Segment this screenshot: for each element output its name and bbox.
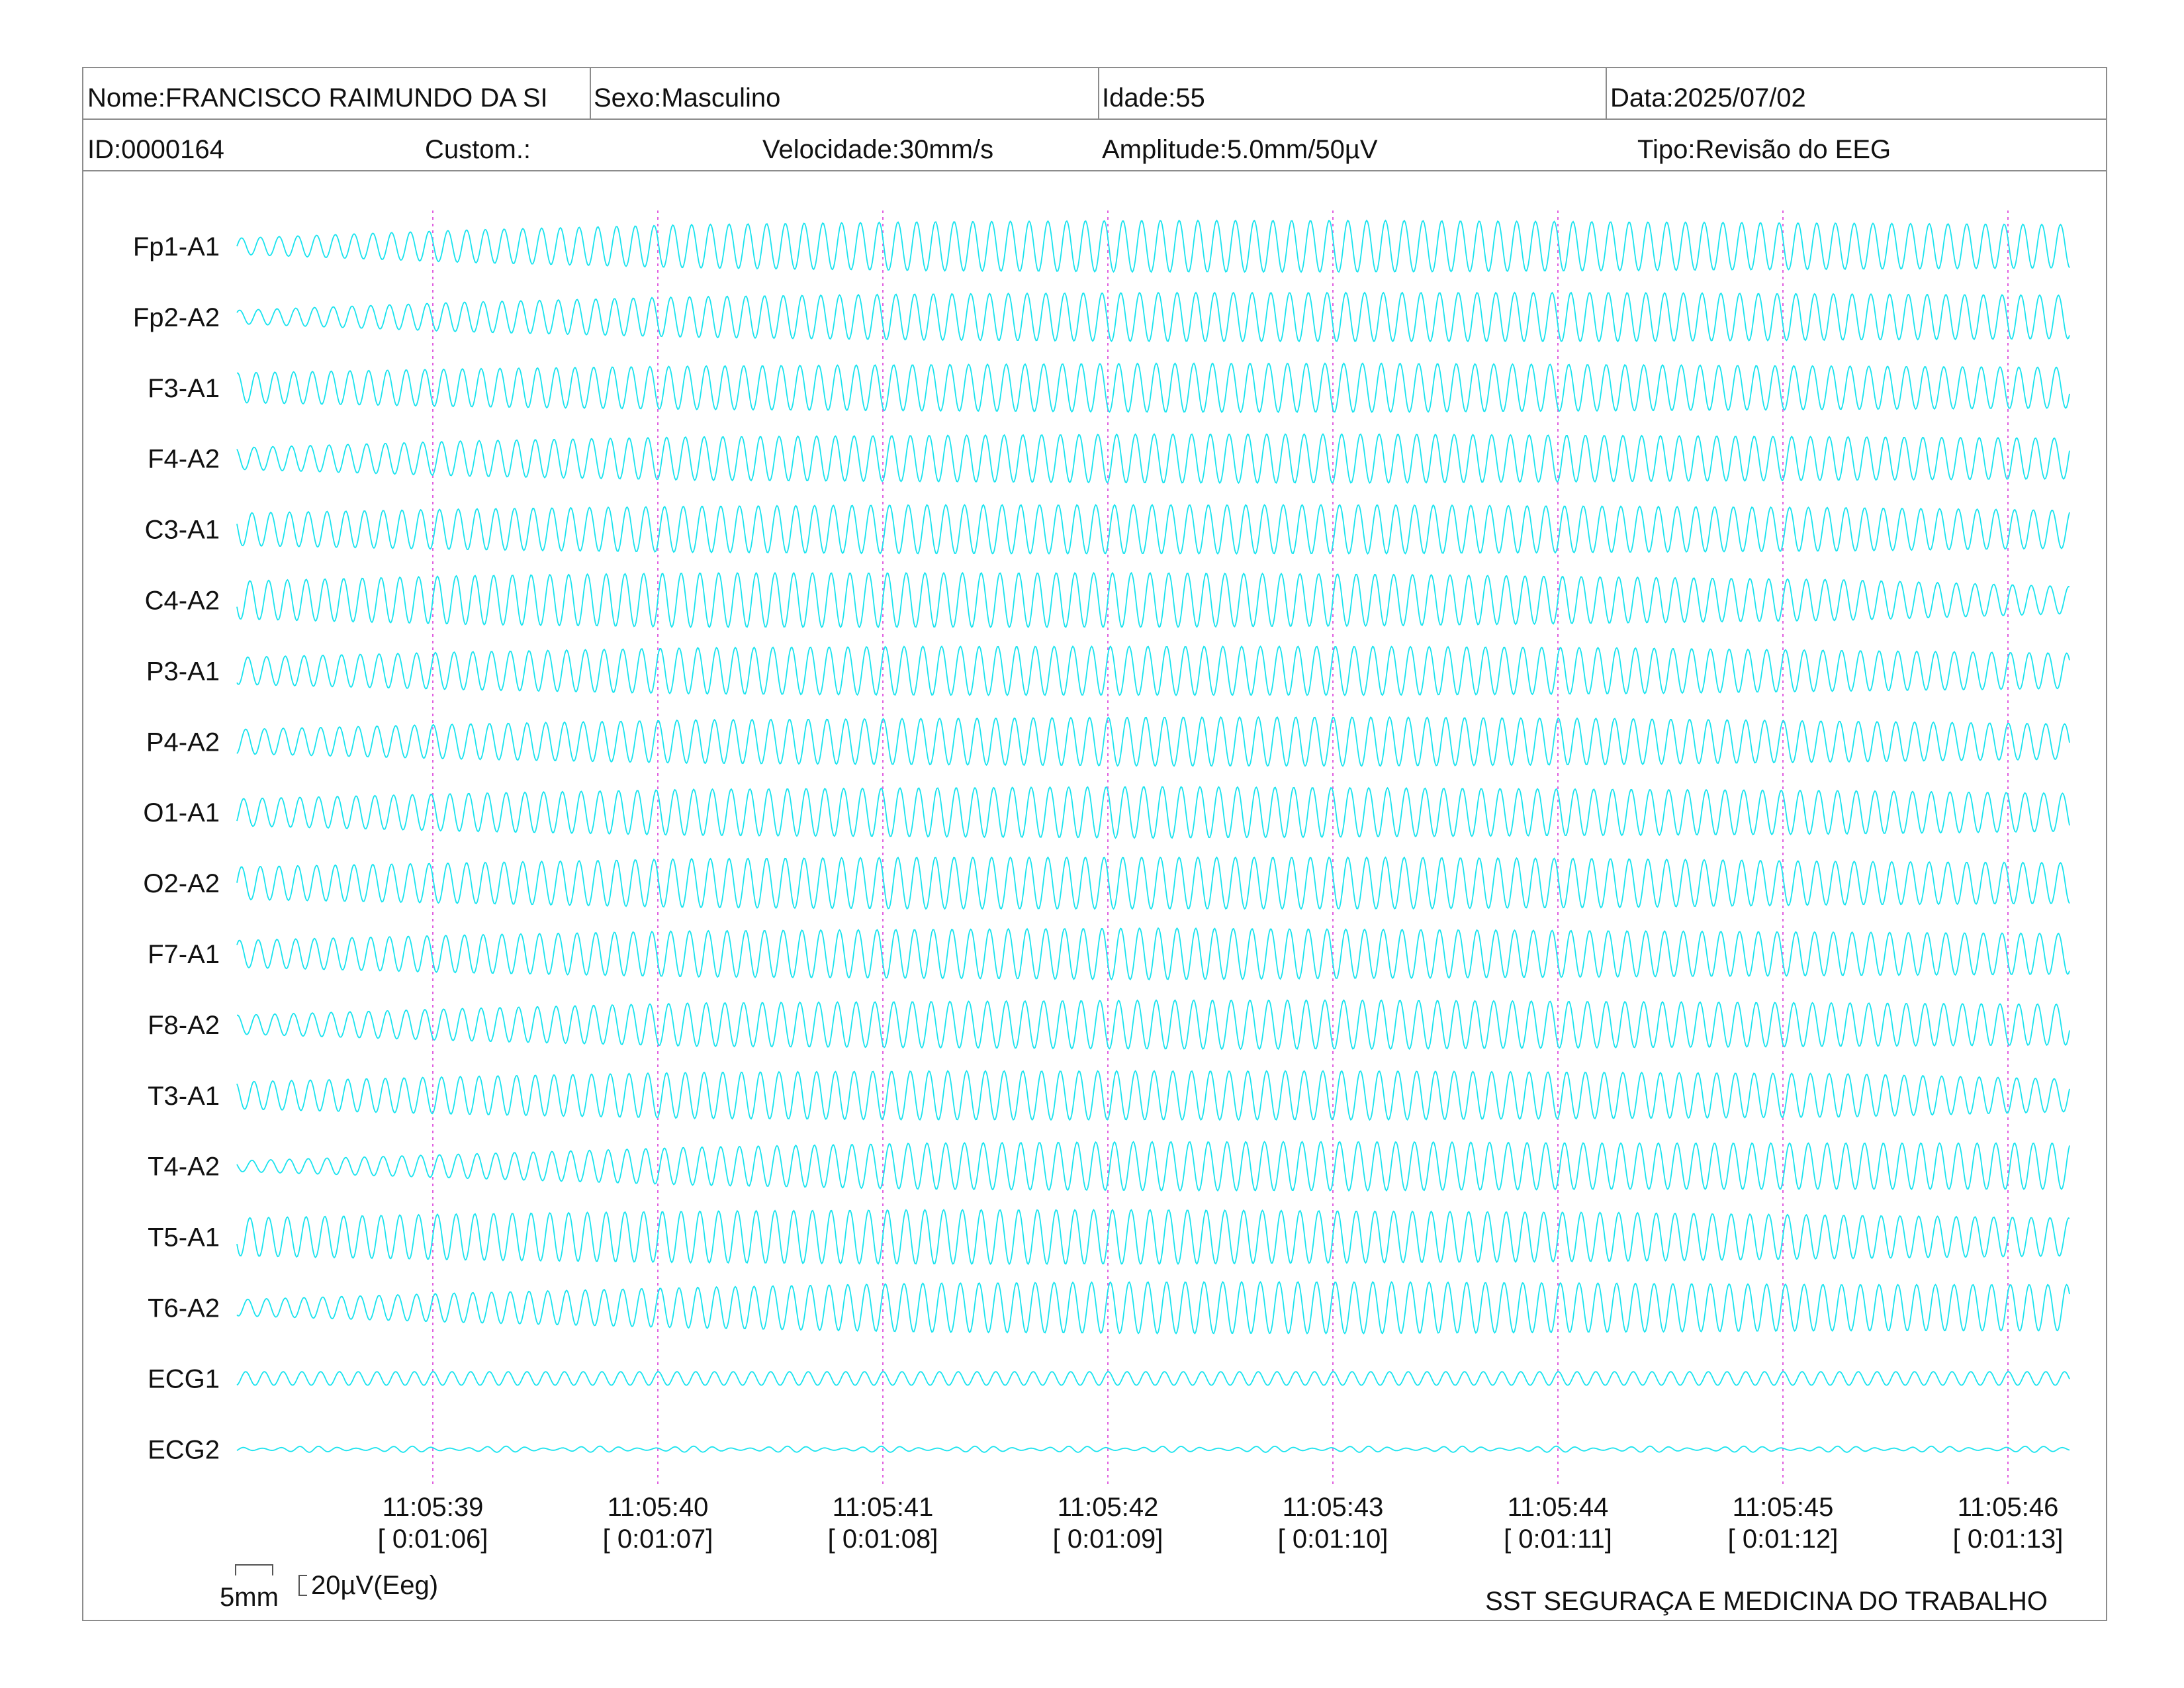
amplitude-scale-bracket xyxy=(298,1575,307,1596)
channel-label: T5-A1 xyxy=(148,1223,220,1252)
channel-label: Fp2-A2 xyxy=(133,303,220,332)
eeg-trace-o1-a1 xyxy=(236,786,2070,839)
eeg-trace-c3-a1 xyxy=(236,504,2070,555)
channel-label: F4-A2 xyxy=(148,445,220,474)
eeg-trace-p4-a2 xyxy=(236,716,2070,767)
channel-labels: Fp1-A1 Fp2-A2 F3-A1 F4-A2 C3-A1 C4-A2 P3-A1 P4-… xyxy=(133,232,220,1464)
eeg-trace-f4-a2 xyxy=(236,433,2070,485)
amplitude-scale-label: 20µV(Eeg) xyxy=(311,1571,438,1600)
elapsed-label: [ 0:01:08] xyxy=(828,1524,938,1554)
time-label: 11:05:43 xyxy=(1283,1493,1384,1522)
channel-label: P3-A1 xyxy=(146,657,220,686)
eeg-trace-t4-a2 xyxy=(236,1141,2070,1192)
time-labels: 11:05:39[ 0:01:06] 11:05:40[ 0:01:07] 11:0… xyxy=(378,1493,2064,1554)
channel-label: Fp1-A1 xyxy=(133,232,220,261)
eeg-trace-fp2-a2 xyxy=(236,291,2070,343)
eeg-chart: Fp1-A1 Fp2-A2 F3-A1 F4-A2 C3-A1 C4-A2 P3-A1 P4-… xyxy=(133,211,2070,1616)
channel-label: ECG2 xyxy=(148,1435,220,1464)
channel-label: F7-A1 xyxy=(148,940,220,969)
time-label: 11:05:42 xyxy=(1058,1493,1159,1522)
channel-label: F3-A1 xyxy=(148,374,220,403)
eeg-trace-t5-a1 xyxy=(236,1208,2070,1266)
eeg-trace-o2-a2 xyxy=(236,856,2070,910)
channel-label: T6-A2 xyxy=(148,1294,220,1323)
elapsed-label: [ 0:01:10] xyxy=(1278,1524,1388,1554)
eeg-trace-f3-a1 xyxy=(236,362,2070,414)
organization-name: SST SEGURAÇA E MEDICINA DO TRABALHO xyxy=(1485,1587,2048,1616)
elapsed-label: [ 0:01:06] xyxy=(378,1524,488,1554)
eeg-trace-f7-a1 xyxy=(236,927,2070,981)
eeg-trace-p3-a1 xyxy=(236,645,2070,696)
eeg-trace-fp1-a1 xyxy=(236,219,2070,273)
elapsed-label: [ 0:01:09] xyxy=(1053,1524,1163,1554)
time-label: 11:05:40 xyxy=(608,1493,709,1522)
time-label: 11:05:46 xyxy=(1958,1493,2059,1522)
eeg-traces xyxy=(236,219,2070,1453)
time-scale-label: 5mm xyxy=(220,1583,279,1612)
channel-label: C3-A1 xyxy=(145,516,220,545)
time-label: 11:05:45 xyxy=(1733,1493,1834,1522)
elapsed-label: [ 0:01:12] xyxy=(1728,1524,1839,1554)
channel-label: O1-A1 xyxy=(143,798,220,827)
channel-label: F8-A2 xyxy=(148,1011,220,1040)
channel-label: P4-A2 xyxy=(146,727,220,757)
scale-bar: 5mm 20µV(Eeg) xyxy=(220,1564,438,1612)
eeg-trace-t6-a2 xyxy=(236,1281,2070,1335)
channel-label: T3-A1 xyxy=(148,1082,220,1111)
elapsed-label: [ 0:01:07] xyxy=(603,1524,713,1554)
channel-label: C4-A2 xyxy=(145,586,220,616)
channel-label: O2-A2 xyxy=(143,869,220,898)
time-label: 11:05:39 xyxy=(383,1493,484,1522)
time-label: 11:05:44 xyxy=(1508,1493,1609,1522)
time-scale-bracket xyxy=(235,1564,273,1575)
eeg-trace-f8-a2 xyxy=(237,999,2070,1051)
channel-label: ECG1 xyxy=(148,1364,220,1393)
elapsed-label: [ 0:01:11] xyxy=(1504,1524,1612,1554)
time-label: 11:05:41 xyxy=(833,1493,934,1522)
eeg-trace-ecg2 xyxy=(236,1445,2070,1453)
elapsed-label: [ 0:01:13] xyxy=(1953,1524,2064,1554)
eeg-trace-ecg1 xyxy=(236,1371,2070,1386)
eeg-trace-c4-a2 xyxy=(236,571,2070,629)
channel-label: T4-A2 xyxy=(148,1152,220,1182)
eeg-trace-t3-a1 xyxy=(236,1070,2070,1121)
